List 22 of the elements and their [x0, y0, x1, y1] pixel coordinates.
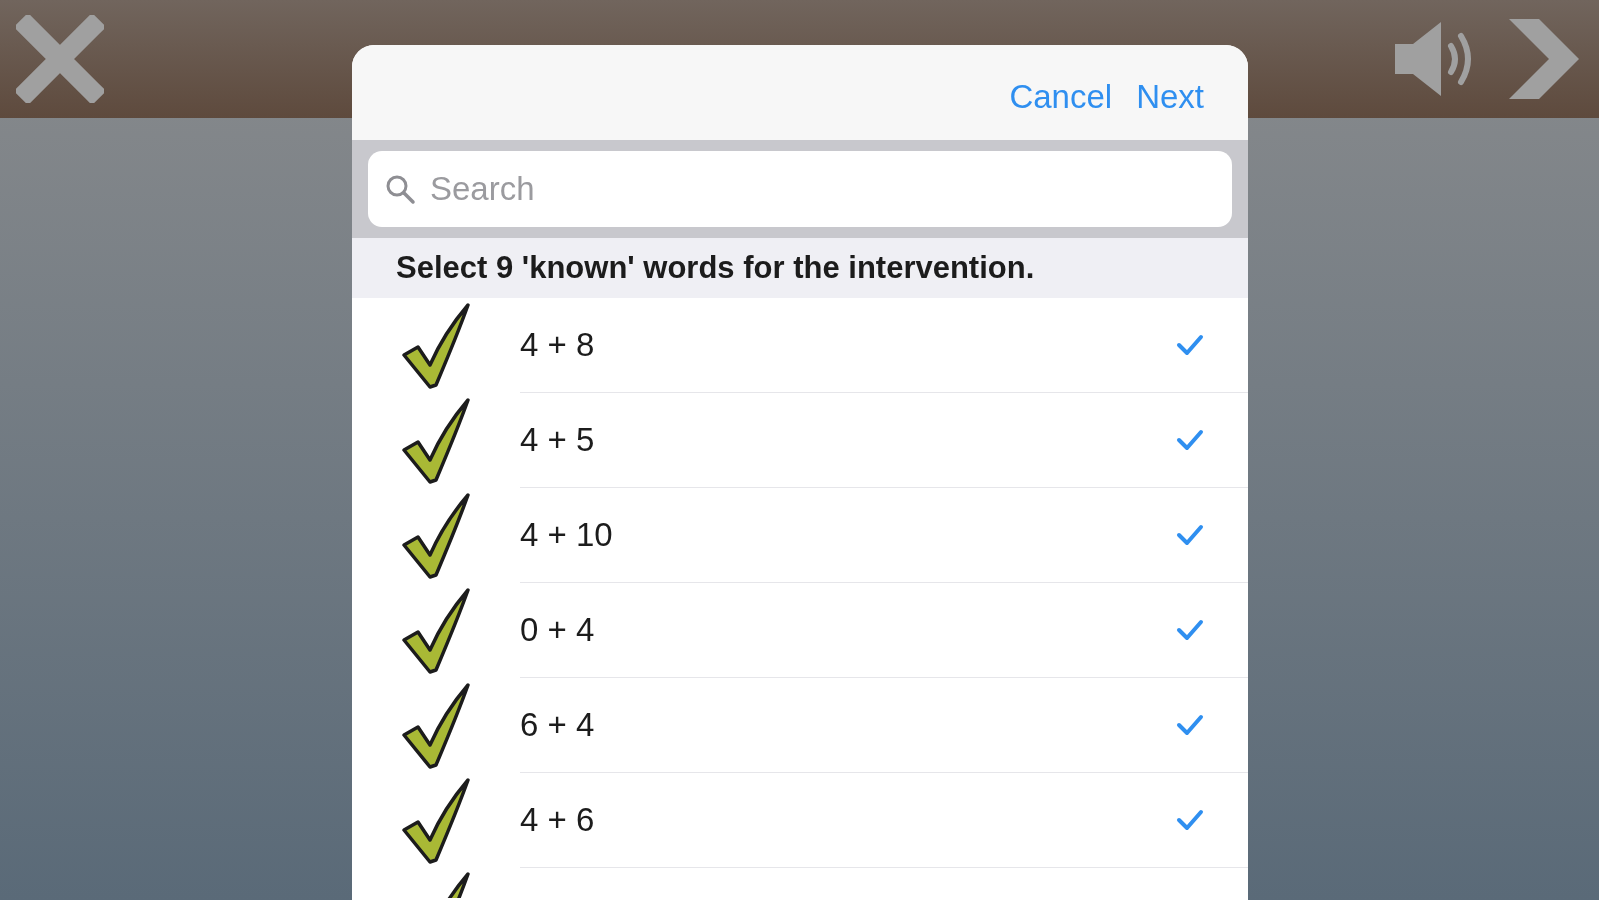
row-label: 0 + 4: [520, 610, 595, 651]
checkmark-icon: [400, 777, 472, 864]
instruction-text: Select 9 'known' words for the intervention.: [396, 248, 1035, 287]
row-label: 4 + 6: [520, 800, 595, 841]
search-icon: [384, 173, 416, 205]
checkmark-icon: [400, 587, 472, 674]
row-label: 4 + 5: [520, 420, 595, 461]
list-row[interactable]: 6 + 4: [352, 678, 1248, 773]
list-row[interactable]: 4 + 5: [352, 393, 1248, 488]
list-row[interactable]: 0 + 4: [352, 583, 1248, 678]
checkmark-icon: [400, 397, 472, 484]
search-field[interactable]: Search: [368, 151, 1232, 227]
checkmark-icon: [400, 492, 472, 579]
checkmark-icon: [400, 302, 472, 389]
row-label: 4 + 10: [520, 515, 613, 556]
list-row[interactable]: 4 + 10: [352, 488, 1248, 583]
close-icon[interactable]: [16, 15, 104, 103]
row-label: 6 + 4: [520, 705, 595, 746]
row-label: 4 + 8: [520, 325, 595, 366]
list-row[interactable]: 4 + 6: [352, 773, 1248, 868]
list-row[interactable]: 4 + 8: [352, 298, 1248, 393]
checkmark-icon: [400, 682, 472, 769]
